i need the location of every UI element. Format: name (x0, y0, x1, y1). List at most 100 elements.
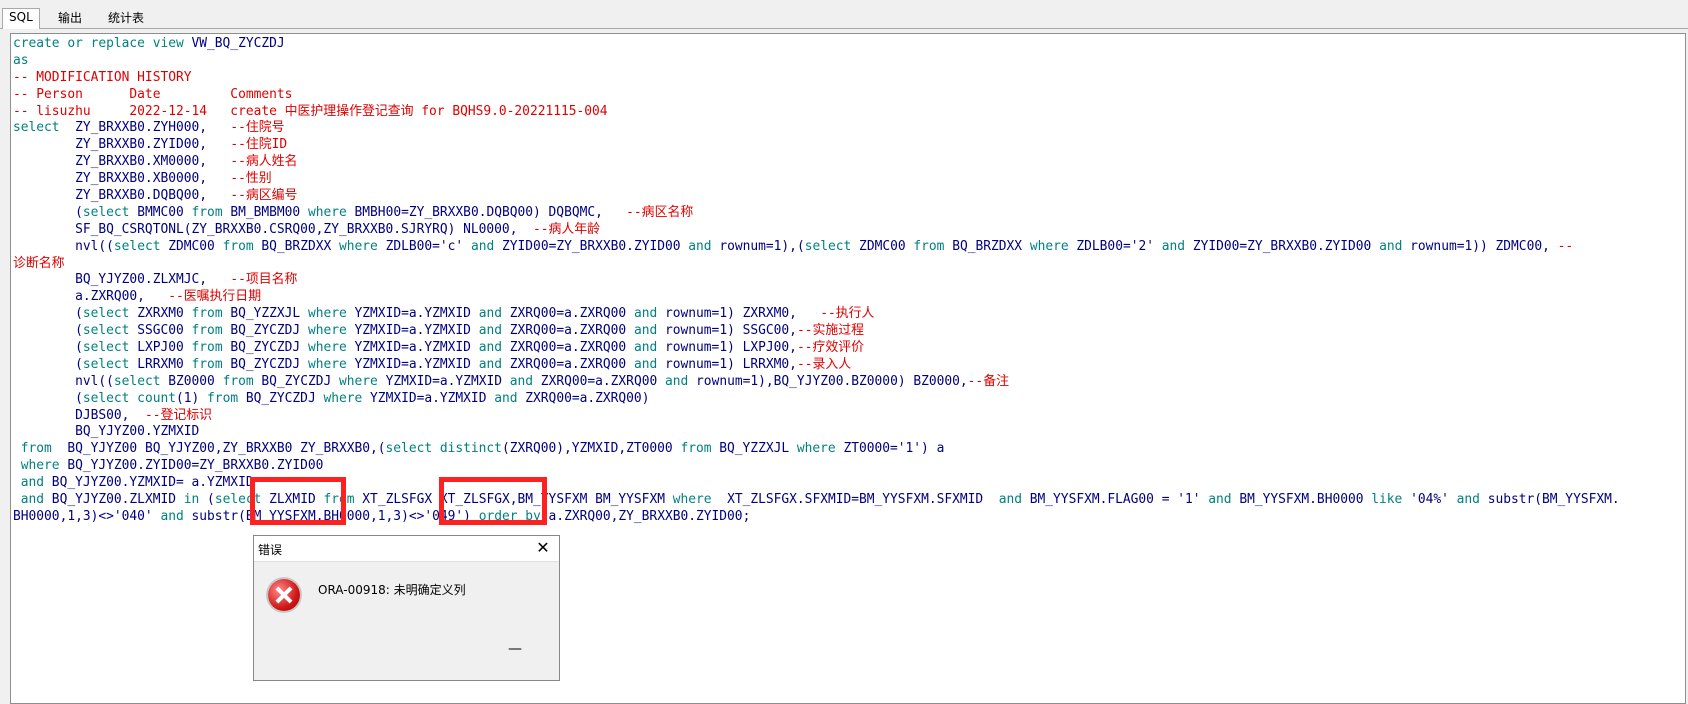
code-text: BQ_ZYCZDJ (222, 340, 308, 356)
code-keyword: select count (82, 390, 176, 406)
code-text: rownum=1),BQ_YJYZ00.BZ0000) BZ0000, (688, 373, 968, 389)
code-comment: --执行人 (820, 306, 875, 322)
code-comment: --病人姓名 (230, 154, 298, 170)
code-text: YZMXID=a.YZMXID (346, 323, 479, 339)
tab-sql[interactable]: SQL (2, 8, 40, 29)
code-comment: 诊断名称 (13, 255, 65, 271)
code-line: -- Person Date Comments (13, 87, 1620, 104)
code-text: ZDMC00 (851, 238, 914, 254)
code-text: LXPJ00 (129, 340, 192, 356)
code-text: BQ_YJYZ00.ZLXMID (44, 492, 184, 508)
code-line: ZY_BRXXB0.ZYID00, --住院ID (13, 137, 1620, 154)
code-text: ( (13, 204, 83, 220)
code-line: (select count(1) from BQ_ZYCZDJ where YZ… (13, 391, 1620, 408)
code-text: SF_BQ_CSRQTONL(ZY_BRXXB0.CSRQ00,ZY_BRXXB… (13, 221, 533, 237)
code-text: ZYID00=ZY_BRXXB0.ZYID00 (494, 238, 689, 254)
code-keyword: select (214, 492, 262, 508)
tab-statistics[interactable]: 统计表 (102, 10, 150, 27)
code-line: nvl((select BZ0000 from BQ_ZYCZDJ where … (13, 374, 1620, 391)
code-text: YZMXID=a.YZMXID (377, 373, 510, 389)
code-text: ( (13, 323, 83, 339)
code-text: BZ0000 (160, 373, 223, 389)
code-text: BQ_YJYZ00 BQ_YJYZ00,ZY_BRXXB0 ZY_BRXXB0,… (51, 441, 386, 457)
code-text: ZY_BRXXB0.DQBQ00, (13, 188, 231, 204)
code-keyword: where (339, 373, 378, 389)
code-comment: --备注 (967, 373, 1009, 389)
code-text: ZY_BRXXB0.XM0000, (13, 154, 231, 170)
code-text: ZXRQ00=a.ZXRQ00 (533, 373, 665, 389)
code-line: and BQ_YJYZ00.ZLXMID in (select ZLXMID f… (13, 492, 1620, 509)
code-text: rownum=1),( (711, 238, 805, 254)
code-comment: -- MODIFICATION HISTORY (13, 69, 192, 85)
close-icon[interactable]: ✕ (533, 538, 553, 558)
code-keyword: select (82, 306, 130, 322)
code-keyword: from (191, 356, 223, 372)
dialog-title: 错误 (258, 543, 283, 557)
code-text: '04%' (1402, 492, 1457, 508)
code-line: from BQ_YJYZ00 BQ_YJYZ00,ZY_BRXXB0 ZY_BR… (13, 441, 1620, 458)
code-keyword: select (804, 238, 852, 254)
code-line: (select LXPJ00 from BQ_ZYCZDJ where YZMX… (13, 340, 1620, 357)
code-keyword: and (1208, 492, 1232, 508)
code-text: BM_YYSFXM.BH0000 (1231, 492, 1372, 508)
code-keyword: from (680, 441, 712, 457)
code-text: BQ_ZYCZDJ (222, 356, 308, 372)
code-text: ZY_BRXXB0.ZYID00, (13, 137, 231, 153)
code-keyword: and (494, 390, 518, 406)
code-text: rownum=1)) ZDMC00, (1402, 238, 1558, 254)
code-text: BMBH00=ZY_BRXXB0.DQBQ00) DQBQMC, (346, 204, 627, 220)
code-keyword: from (222, 373, 254, 389)
code-text: BQ_YJYZ00.ZLXMJC, (13, 272, 231, 288)
code-keyword: from (191, 204, 223, 220)
code-text: ZXRQ00=a.ZXRQ00 (502, 306, 634, 322)
code-keyword: where (339, 238, 378, 254)
code-text: BQ_YZZXJL (711, 441, 797, 457)
code-keyword: select (113, 373, 161, 389)
code-line: 诊断名称 (13, 256, 1620, 273)
dialog-cursor-mark: — (508, 641, 522, 657)
code-text: ZXRQ00=a.ZXRQ00 (502, 323, 634, 339)
code-text: YZMXID=a.YZMXID (346, 340, 479, 356)
error-message: ORA-00918: 未明确定义列 (318, 583, 466, 597)
code-keyword: where (1029, 238, 1069, 254)
code-comment: --项目名称 (230, 272, 298, 288)
code-text: ZXRQ00=a.ZXRQ00 (502, 340, 634, 356)
code-text: BQ_BRZDXX (253, 238, 339, 254)
code-keyword: and (13, 492, 45, 508)
code-text: rownum=1) LXPJ00, (657, 340, 797, 356)
code-keyword: and (633, 323, 658, 339)
sql-code[interactable]: create or replace view VW_BQ_ZYCZDJ as -- … (13, 36, 1620, 526)
code-line: ZY_BRXXB0.XB0000, --性别 (13, 171, 1620, 188)
code-keyword: from (207, 390, 239, 406)
dialog-title-bar: 错误 ✕ (254, 536, 559, 562)
code-keyword: like (1371, 492, 1403, 508)
code-keyword: and (664, 373, 689, 389)
code-text: rownum=1) LRRXM0, (657, 356, 797, 372)
code-line: (select SSGC00 from BQ_ZYCZDJ where YZMX… (13, 323, 1620, 340)
code-text: ( (13, 306, 83, 322)
code-keyword: where (323, 390, 363, 406)
code-keyword: and (478, 306, 502, 322)
code-text: BQ_YZZXJL (222, 306, 308, 322)
code-line: DJBS00, --登记标识 (13, 408, 1620, 425)
code-keyword: where (796, 441, 836, 457)
code-text: a.ZXRQ00,ZY_BRXXB0.ZYID00; (540, 508, 751, 524)
code-keyword: and (13, 475, 45, 491)
tab-bar: SQL 输出 统计表 (0, 8, 1688, 29)
code-text: rownum=1) SSGC00, (657, 323, 797, 339)
tab-output[interactable]: 输出 (52, 10, 88, 27)
code-text: BQ_YJYZ00.ZYID00=ZY_BRXXB0.ZYID00 (59, 458, 324, 474)
code-keyword: and (633, 356, 658, 372)
code-keyword: and (1379, 238, 1403, 254)
code-comment: -- (1557, 238, 1574, 254)
code-text: substr(BM_YYSFXM. (1479, 492, 1620, 508)
code-text: BM_YYSFXM.FLAG00 = '1' (1022, 492, 1209, 508)
code-line: create or replace view VW_BQ_ZYCZDJ (13, 36, 1620, 53)
code-line: (select ZXRXM0 from BQ_YZZXJL where YZMX… (13, 306, 1620, 323)
code-text: YZMXID=a.YZMXID (362, 390, 495, 406)
code-keyword: from (913, 238, 945, 254)
code-keyword: select (82, 340, 130, 356)
code-text: BQ_ZYCZDJ (253, 373, 339, 389)
code-text: XT_ZLSFGX.SFXMID=BM_YYSFXM.SFXMID (711, 492, 999, 508)
code-keyword: and (509, 373, 534, 389)
